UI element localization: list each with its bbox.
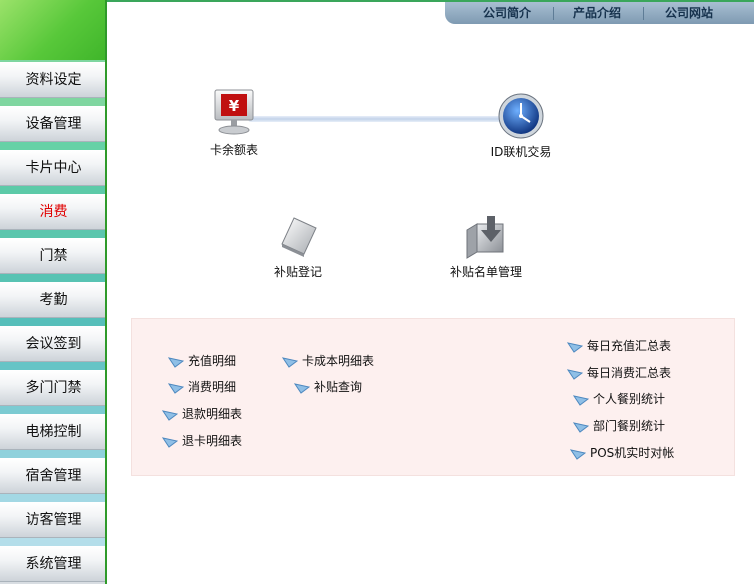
- sidebar-divider: [0, 186, 107, 194]
- sidebar-item-data-settings[interactable]: 资料设定: [0, 62, 107, 98]
- sidebar-divider: [0, 406, 107, 414]
- id-online-transaction-shortcut[interactable]: ID联机交易: [476, 92, 566, 160]
- arrow-icon: [167, 355, 185, 368]
- svg-text:¥: ¥: [229, 97, 240, 115]
- tab-products[interactable]: 产品介绍: [573, 2, 621, 24]
- sidebar-divider: [0, 362, 107, 370]
- sidebar-item-access-control[interactable]: 门禁: [0, 238, 107, 274]
- clock-globe-icon: [498, 93, 544, 139]
- tab-company-intro[interactable]: 公司简介: [483, 2, 531, 24]
- report-link-daily-consumption-summary[interactable]: 每日消费汇总表: [566, 364, 672, 382]
- card-icon: [281, 217, 317, 257]
- logo-banner: [0, 0, 107, 60]
- arrow-icon: [566, 340, 584, 353]
- sidebar-item-card-center[interactable]: 卡片中心: [0, 150, 107, 186]
- sidebar-divider: [0, 318, 107, 326]
- arrow-icon: [161, 435, 179, 448]
- subsidy-register-label: 补贴登记: [273, 265, 322, 279]
- arrow-icon: [281, 355, 299, 368]
- report-link-recharge-detail[interactable]: 充值明细: [167, 352, 237, 370]
- report-link-personal-meal-stats[interactable]: 个人餐别统计: [572, 390, 666, 408]
- sidebar-item-multi-door[interactable]: 多门门禁: [0, 370, 107, 406]
- top-nav: 公司简介 产品介绍 公司网站: [445, 2, 754, 24]
- report-link-label: POS机实时对帐: [590, 446, 675, 460]
- report-link-consumption-detail[interactable]: 消费明细: [167, 378, 237, 396]
- sidebar-edge: [105, 0, 107, 584]
- monitor-icon: ¥: [214, 89, 254, 135]
- report-link-daily-recharge-summary[interactable]: 每日充值汇总表: [566, 337, 672, 355]
- report-link-label: 每日消费汇总表: [587, 366, 672, 380]
- arrow-icon: [293, 381, 311, 394]
- report-link-card-cost-detail[interactable]: 卡成本明细表: [281, 352, 375, 370]
- sidebar-item-elevator-control[interactable]: 电梯控制: [0, 414, 107, 450]
- subsidy-list-label: 补贴名单管理: [449, 265, 522, 279]
- sidebar-divider: [0, 230, 107, 238]
- report-link-label: 充值明细: [188, 354, 237, 368]
- report-link-label: 卡成本明细表: [302, 354, 375, 368]
- sidebar-divider: [0, 538, 107, 546]
- report-link-label: 部门餐别统计: [593, 419, 666, 433]
- id-online-transaction-label: ID联机交易: [490, 145, 552, 159]
- arrow-icon: [572, 393, 590, 406]
- sidebar-item-attendance[interactable]: 考勤: [0, 282, 107, 318]
- report-link-label: 个人餐别统计: [593, 392, 666, 406]
- report-link-label: 退卡明细表: [182, 434, 243, 448]
- sidebar-divider: [0, 450, 107, 458]
- sidebar-divider: [0, 98, 107, 106]
- sidebar: 资料设定 设备管理 卡片中心 消费 门禁 考勤 会议签到 多门门禁 电梯控制 宿…: [0, 0, 107, 584]
- card-balance-shortcut[interactable]: ¥ 卡余额表: [196, 88, 272, 158]
- card-balance-label: 卡余额表: [209, 143, 258, 157]
- arrow-icon: [161, 408, 179, 421]
- subsidy-list-shortcut[interactable]: 补贴名单管理: [446, 214, 526, 280]
- tab-separator: [643, 7, 644, 20]
- arrow-icon: [572, 420, 590, 433]
- sidebar-divider: [0, 494, 107, 502]
- report-link-subsidy-query[interactable]: 补贴查询: [293, 378, 363, 396]
- sidebar-item-consumption[interactable]: 消费: [0, 194, 107, 230]
- report-link-card-return-detail[interactable]: 退卡明细表: [161, 432, 243, 450]
- report-link-label: 补贴查询: [314, 380, 363, 394]
- sidebar-divider: [0, 274, 107, 282]
- arrow-icon: [167, 381, 185, 394]
- report-link-label: 退款明细表: [182, 407, 243, 421]
- tab-separator: [553, 7, 554, 20]
- sidebar-divider: [0, 142, 107, 150]
- sidebar-item-system[interactable]: 系统管理: [0, 546, 107, 582]
- inbox-download-icon: [466, 216, 504, 259]
- arrow-icon: [566, 367, 584, 380]
- report-link-department-meal-stats[interactable]: 部门餐别统计: [572, 417, 666, 435]
- report-link-label: 每日充值汇总表: [587, 339, 672, 353]
- report-link-refund-detail[interactable]: 退款明细表: [161, 405, 243, 423]
- sidebar-item-device-management[interactable]: 设备管理: [0, 106, 107, 142]
- subsidy-register-shortcut[interactable]: 补贴登记: [266, 214, 330, 280]
- tab-company-website[interactable]: 公司网站: [665, 2, 713, 24]
- sidebar-item-visitor[interactable]: 访客管理: [0, 502, 107, 538]
- arrow-icon: [569, 447, 587, 460]
- report-link-label: 消费明细: [188, 380, 237, 394]
- flow-connector: [248, 116, 508, 122]
- sidebar-item-meeting-checkin[interactable]: 会议签到: [0, 326, 107, 362]
- sidebar-item-dormitory[interactable]: 宿舍管理: [0, 458, 107, 494]
- report-link-pos-realtime-reconcile[interactable]: POS机实时对帐: [569, 444, 675, 462]
